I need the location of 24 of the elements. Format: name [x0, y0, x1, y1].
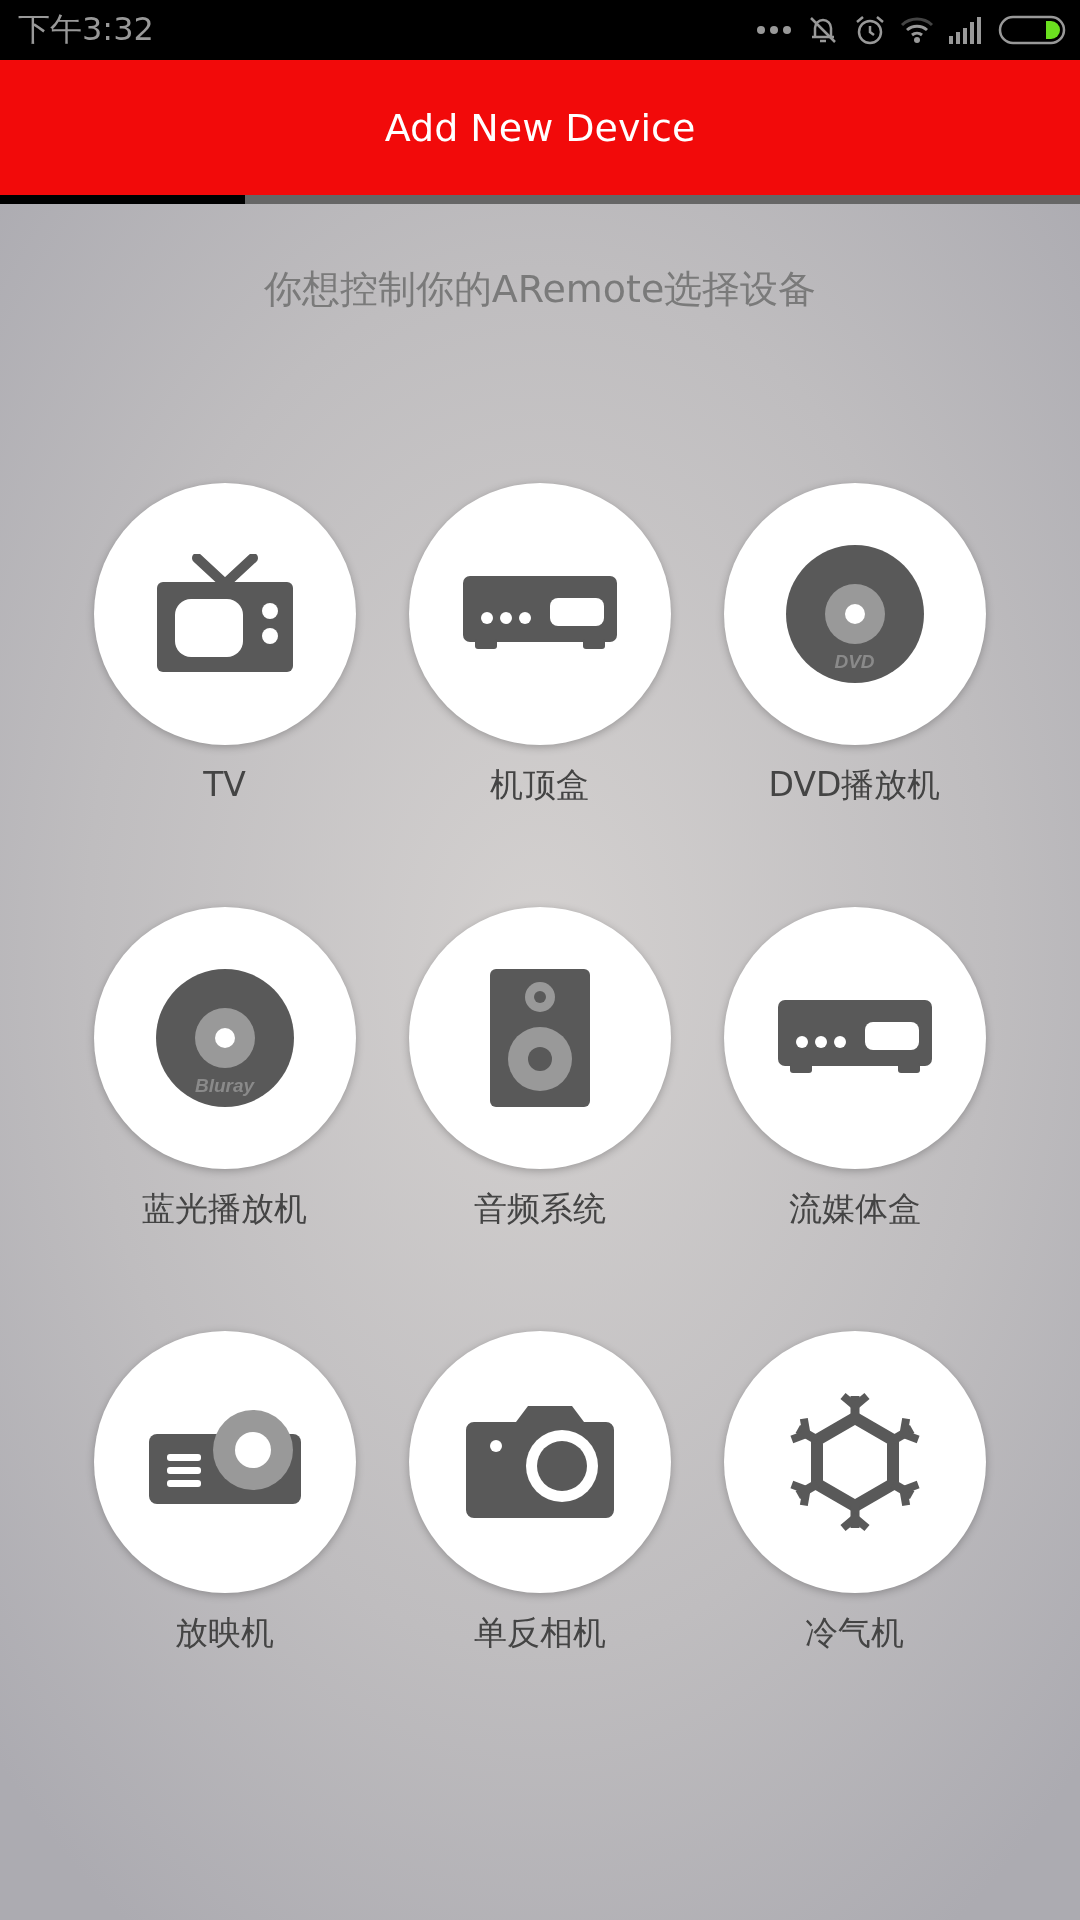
status-time: 下午3:32 [18, 9, 154, 50]
speaker-icon [489, 969, 590, 1107]
header-title: Add New Device [384, 105, 696, 150]
disc-icon [785, 545, 924, 683]
more-icon [756, 25, 792, 35]
device-label: 机顶盒 [490, 764, 589, 806]
set-top-box-icon [462, 576, 617, 652]
wifi-icon [900, 16, 934, 44]
device-label: 流媒体盒 [788, 1188, 921, 1230]
device-label: 冷气机 [805, 1612, 904, 1654]
device-label: 蓝光播放机 [142, 1188, 307, 1230]
camera-icon [465, 1406, 614, 1518]
device-label: DVD播放机 [768, 764, 941, 806]
disc-icon [155, 969, 294, 1107]
signal-icon [948, 16, 984, 44]
alarm-icon [854, 14, 886, 46]
device-label: 音频系统 [473, 1188, 606, 1230]
set-top-box-icon [777, 1000, 932, 1076]
device-label: 单反相机 [473, 1612, 606, 1654]
device-label: 放映机 [175, 1612, 274, 1654]
subtitle: 你想控制你的ARemote选择设备 [262, 266, 818, 313]
device-label: TV [203, 764, 246, 806]
battery-icon [998, 15, 1066, 45]
tv-icon [154, 554, 295, 674]
